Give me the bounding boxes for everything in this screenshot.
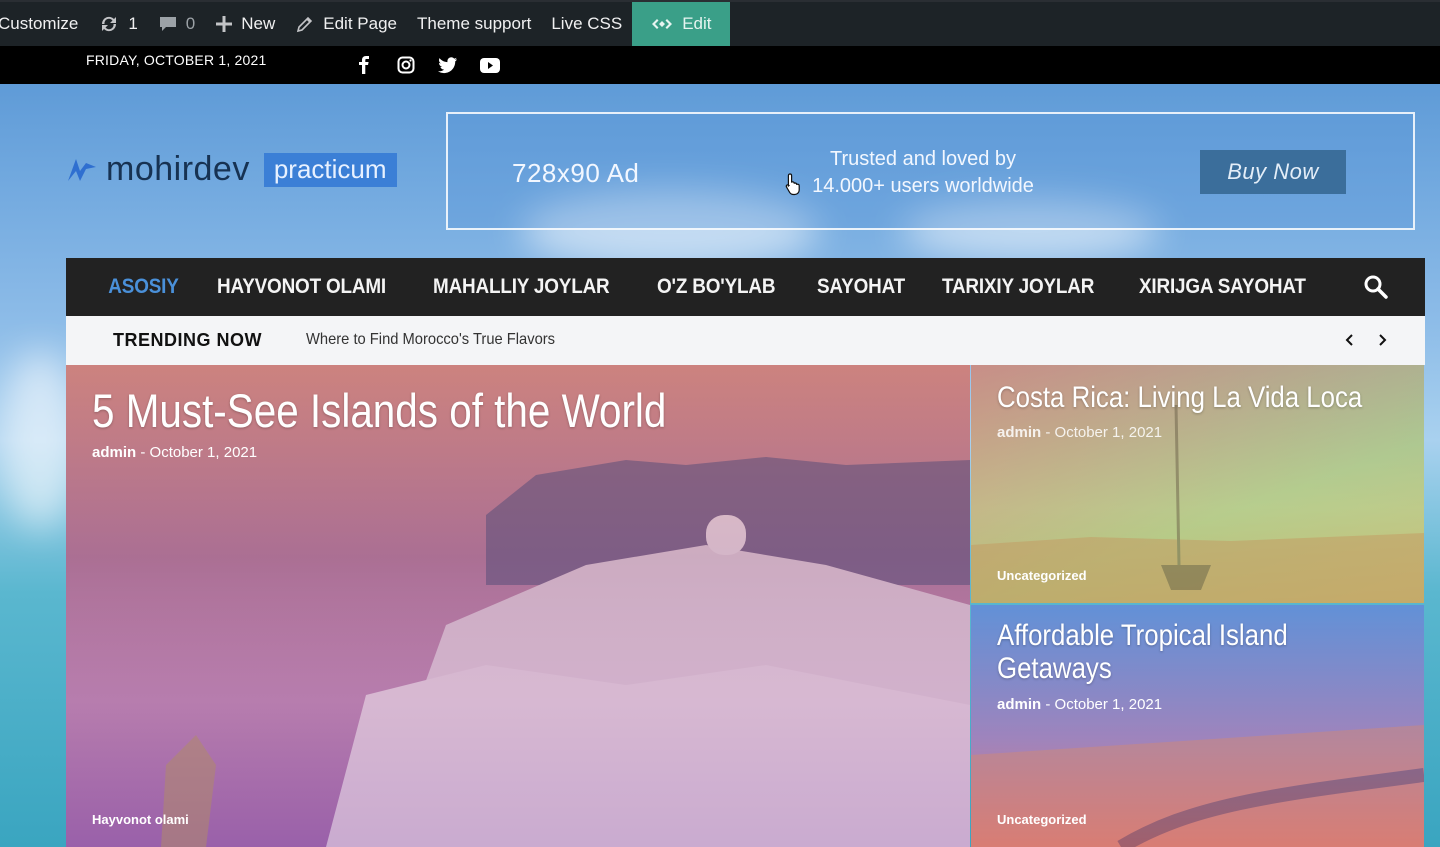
logo-text: mohirdev (106, 150, 250, 188)
post-category[interactable]: Uncategorized (997, 568, 1087, 583)
featured-post-side[interactable]: Affordable Tropical Island Getaways admi… (971, 605, 1424, 847)
live-css-link[interactable]: Live CSS (541, 2, 632, 46)
ad-size-label: 728x90 Ad (512, 158, 640, 188)
comment-icon (158, 15, 178, 33)
instagram-icon[interactable] (394, 54, 418, 76)
plus-icon (215, 15, 233, 33)
top-bar: FRIDAY, OCTOBER 1, 2021 (0, 46, 1440, 84)
post-author[interactable]: admin (997, 424, 1041, 441)
search-icon[interactable] (1363, 274, 1389, 300)
refresh-icon (98, 14, 120, 34)
eye-code-icon (650, 16, 674, 32)
post-date: October 1, 2021 (1054, 696, 1163, 713)
chevron-right-icon[interactable] (1373, 330, 1391, 350)
post-title[interactable]: Affordable Tropical Island Getaways (997, 619, 1367, 685)
theme-support-label: Theme support (417, 14, 532, 33)
post-title[interactable]: Costa Rica: Living La Vida Loca (997, 381, 1362, 415)
nav-item-sayohat[interactable]: SAYOHAT (799, 275, 923, 299)
post-category[interactable]: Hayvonot olami (92, 812, 189, 827)
comments-link[interactable]: 0 (148, 2, 205, 46)
theme-support-link[interactable]: Theme support (407, 2, 541, 46)
ad-tagline: Trusted and loved by 14.000+ users world… (798, 146, 1048, 200)
post-title[interactable]: 5 Must-See Islands of the World (92, 383, 666, 438)
hand-cursor-icon (785, 173, 800, 196)
trending-bar: TRENDING NOW Where to Find Morocco's Tru… (66, 316, 1425, 365)
comments-count: 0 (185, 14, 196, 33)
meta-separator: - (140, 444, 150, 461)
post-category[interactable]: Uncategorized (997, 812, 1087, 827)
ad-tagline-line2: 14.000+ users worldwide (812, 175, 1034, 197)
edit-page-label: Edit Page (323, 14, 397, 33)
featured-post-side[interactable]: Costa Rica: Living La Vida Loca admin - … (971, 365, 1424, 603)
customize-label: Customize (0, 14, 79, 33)
post-author[interactable]: admin (92, 444, 136, 461)
post-meta: admin - October 1, 2021 (997, 424, 1162, 441)
trending-label: TRENDING NOW (113, 330, 262, 350)
logo-badge: practicum (263, 152, 397, 187)
main-navigation: ASOSIY HAYVONOT OLAMI MAHALLIY JOYLAR O'… (66, 258, 1425, 316)
featured-post-main[interactable]: 5 Must-See Islands of the World admin - … (66, 365, 970, 847)
current-date: FRIDAY, OCTOBER 1, 2021 (86, 52, 267, 68)
post-author[interactable]: admin (997, 696, 1041, 713)
updates-count: 1 (128, 14, 138, 33)
youtube-icon[interactable] (478, 54, 502, 76)
nav-item-oz-boylab[interactable]: O'Z BO'YLAB (639, 275, 793, 299)
nav-item-asosiy[interactable]: ASOSIY (66, 275, 197, 299)
customize-link[interactable]: Customize (0, 2, 88, 46)
site-logo[interactable]: mohirdev practicum (66, 150, 397, 189)
live-css-label: Live CSS (551, 14, 623, 33)
post-date: October 1, 2021 (149, 444, 258, 461)
twitter-icon[interactable] (436, 54, 460, 76)
trending-headline[interactable]: Where to Find Morocco's True Flavors (306, 331, 555, 349)
nav-item-xirijga-sayohat[interactable]: XIRIJGA SAYOHAT (1121, 275, 1324, 299)
post-meta: admin - October 1, 2021 (92, 444, 257, 461)
ad-tagline-line1: Trusted and loved by (829, 148, 1017, 170)
nav-item-tarixiy-joylar[interactable]: TARIXIY JOYLAR (924, 275, 1112, 299)
admin-bar: Customize 1 0 New Edit Page Theme suppor… (0, 0, 1440, 46)
nav-item-hayvonot-olami[interactable]: HAYVONOT OLAMI (199, 275, 404, 299)
new-content-link[interactable]: New (205, 2, 285, 46)
chevron-left-icon[interactable] (1341, 330, 1359, 350)
post-meta: admin - October 1, 2021 (997, 696, 1162, 713)
social-links (352, 54, 502, 76)
meta-separator: - (1045, 696, 1055, 713)
pencil-icon (295, 14, 315, 34)
edit-with-builder-button[interactable]: Edit (632, 2, 730, 46)
edit-page-link[interactable]: Edit Page (285, 2, 407, 46)
ad-banner[interactable]: 728x90 Ad Trusted and loved by 14.000+ u… (446, 112, 1415, 230)
buy-now-button[interactable]: Buy Now (1200, 150, 1346, 194)
post-date: October 1, 2021 (1054, 424, 1163, 441)
facebook-icon[interactable] (352, 54, 376, 76)
meta-separator: - (1045, 424, 1055, 441)
logo-mark-icon (68, 158, 96, 181)
nav-item-mahalliy-joylar[interactable]: MAHALLIY JOYLAR (415, 275, 628, 299)
edit-label: Edit (682, 14, 712, 33)
new-label: New (241, 14, 276, 33)
updates-link[interactable]: 1 (88, 2, 147, 46)
